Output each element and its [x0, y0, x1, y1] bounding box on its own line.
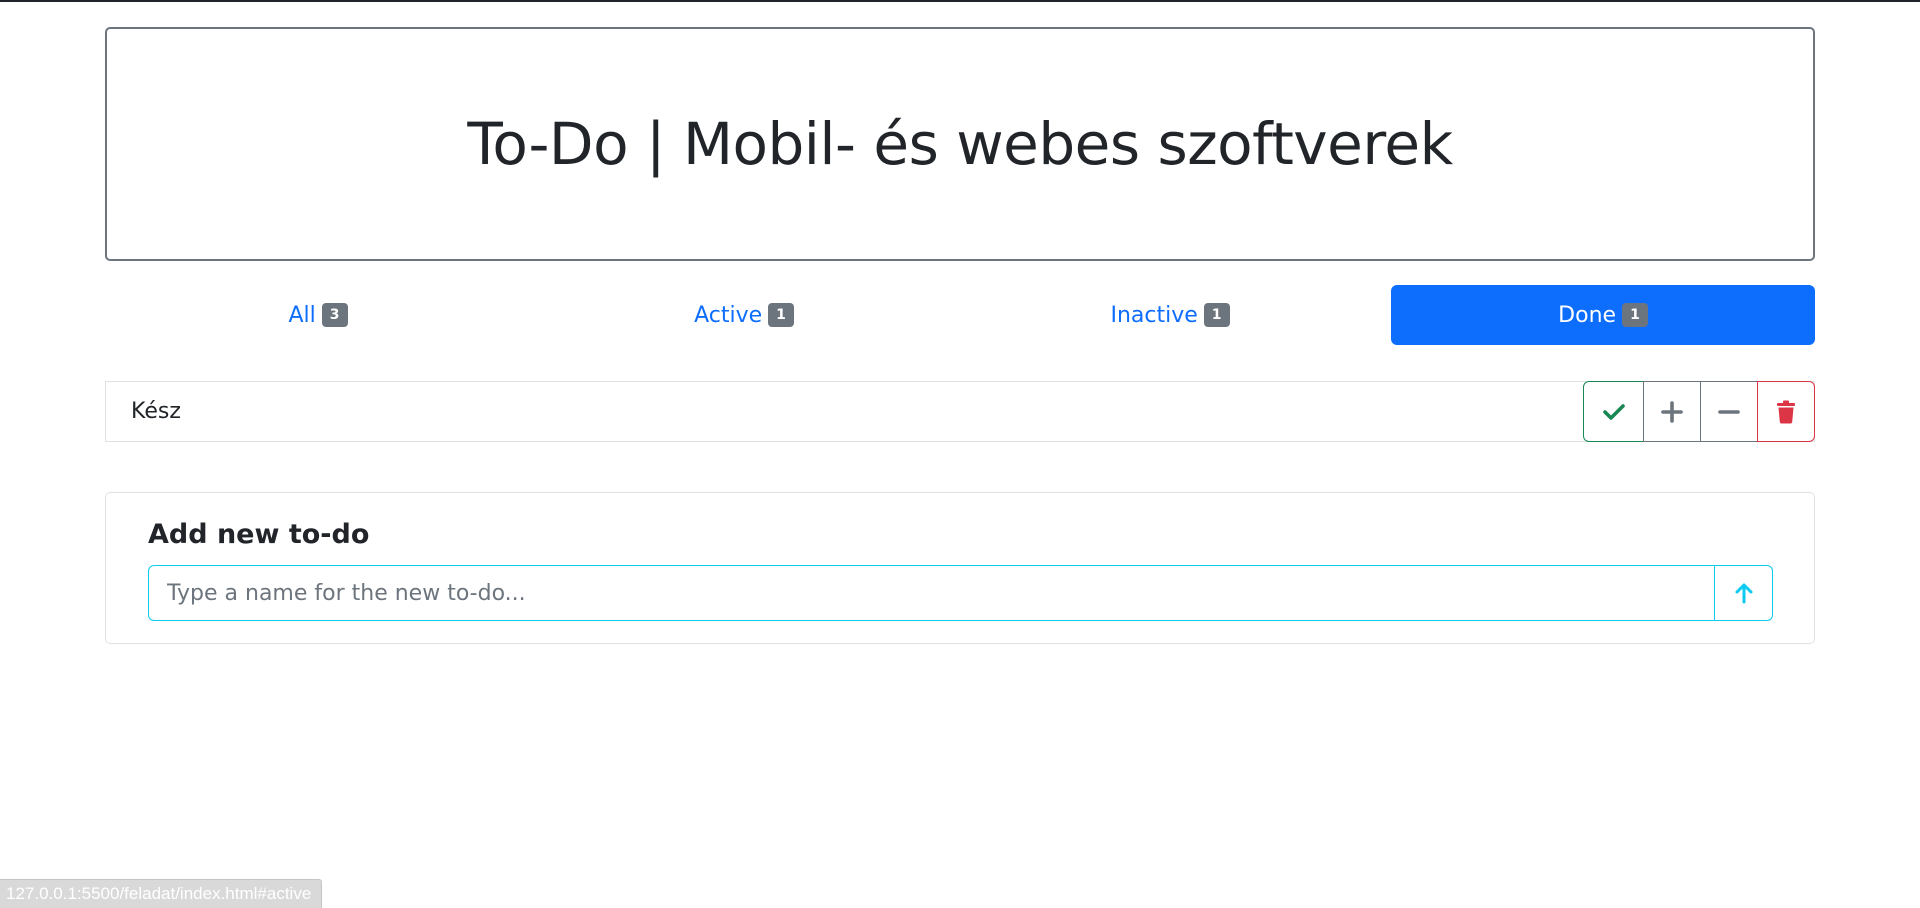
add-todo-heading: Add new to-do	[148, 519, 370, 550]
header-card: To-Do | Mobil- és webes szoftverek	[105, 27, 1815, 261]
filter-tabs: All 3 Active 1 Inactive 1 Done 1	[105, 285, 1815, 345]
count-badge: 1	[1622, 303, 1648, 327]
arrow-up-icon	[1735, 583, 1752, 604]
trash-icon	[1777, 400, 1795, 423]
page-title: To-Do | Mobil- és webes szoftverek	[467, 110, 1453, 178]
minus-icon	[1718, 409, 1740, 414]
tab-inactive[interactable]: Inactive 1	[957, 285, 1383, 345]
new-todo-input[interactable]	[148, 565, 1715, 621]
delete-button[interactable]	[1757, 381, 1815, 442]
todo-actions	[1583, 381, 1815, 442]
add-todo-card: Add new to-do	[105, 492, 1815, 644]
add-todo-submit-button[interactable]	[1715, 565, 1773, 621]
tab-label: All	[288, 302, 316, 328]
mark-done-button[interactable]	[1583, 381, 1644, 442]
tab-label: Done	[1558, 302, 1617, 328]
window-top-border	[0, 0, 1920, 2]
count-badge: 1	[768, 303, 794, 327]
mark-inactive-button[interactable]	[1700, 381, 1758, 442]
todo-item: Kész	[105, 381, 1815, 442]
plus-icon	[1661, 400, 1683, 423]
add-todo-input-group	[148, 565, 1773, 621]
todo-name: Kész	[131, 399, 181, 424]
mark-active-button[interactable]	[1643, 381, 1701, 442]
count-badge: 3	[321, 303, 348, 327]
count-badge: 1	[1203, 303, 1230, 327]
tab-label: Inactive	[1110, 302, 1198, 328]
tab-active[interactable]: Active 1	[531, 285, 957, 345]
tab-label: Active	[694, 302, 763, 328]
check-icon	[1602, 403, 1625, 420]
tab-done[interactable]: Done 1	[1391, 285, 1815, 345]
status-bar-url: 127.0.0.1:5500/feladat/index.html#active	[0, 879, 323, 908]
tab-all[interactable]: All 3	[105, 285, 531, 345]
